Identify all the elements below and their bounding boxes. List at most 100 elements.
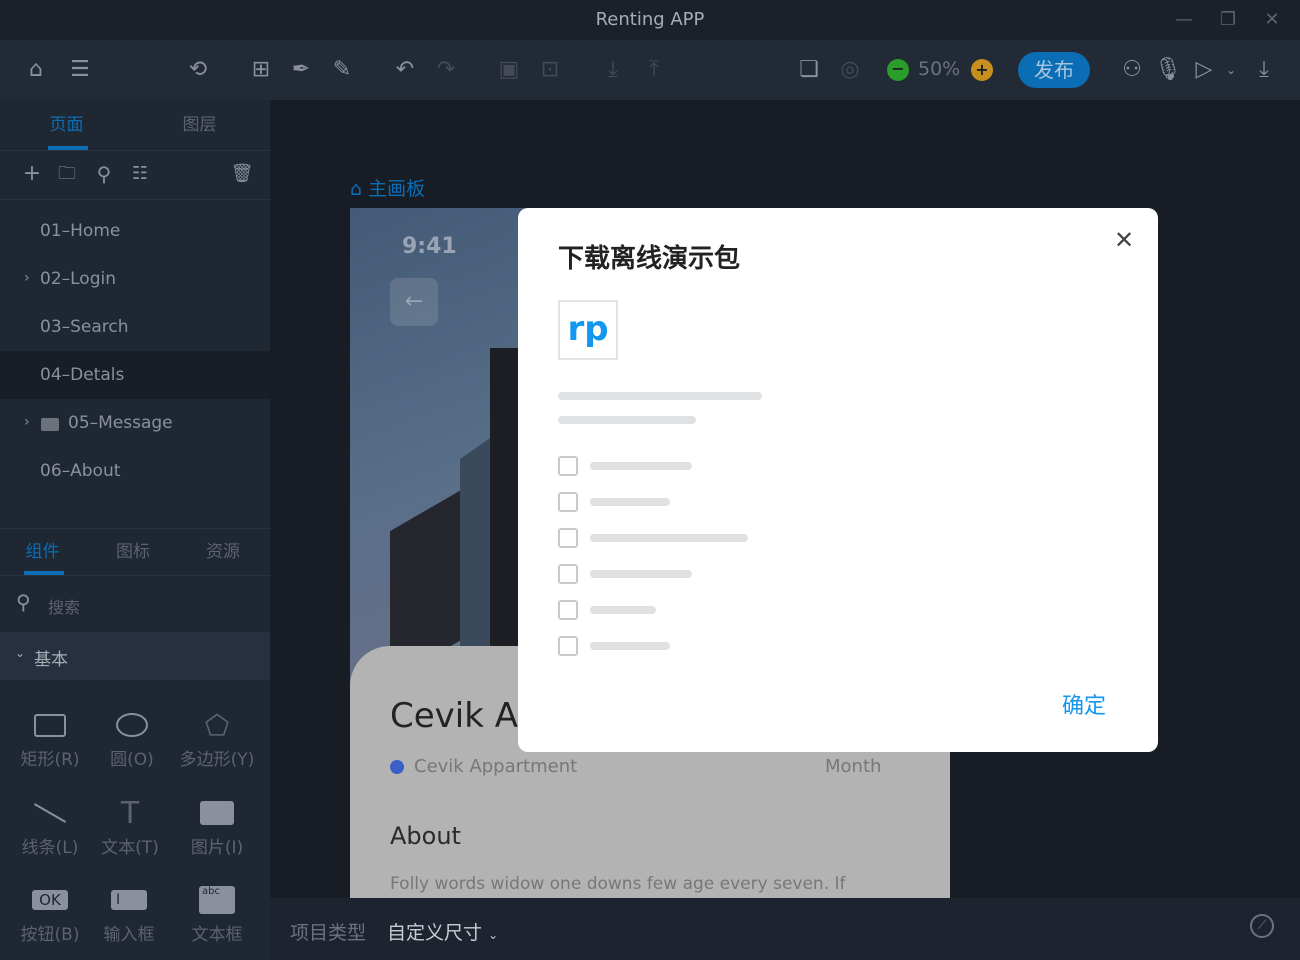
- title-bar: Renting APP: [0, 0, 1300, 40]
- component-label: 线条(L): [21, 838, 79, 858]
- zoom-level: 50%: [918, 58, 961, 80]
- option-checkbox[interactable]: [558, 456, 578, 476]
- component-image[interactable]: 图片(I): [172, 793, 262, 858]
- window-title: Renting APP: [595, 9, 705, 30]
- component-input[interactable]: I 输入框: [84, 880, 174, 945]
- component-search-input[interactable]: 搜索: [48, 594, 80, 618]
- textarea-icon: abc: [199, 886, 235, 914]
- move-down-icon[interactable]: ⤓: [598, 55, 628, 85]
- recycle-bin-icon[interactable]: 🗑: [227, 159, 257, 189]
- option-checkbox[interactable]: [558, 564, 578, 584]
- home-icon: ⌂: [350, 178, 363, 200]
- numbered-list-icon[interactable]: ☷: [125, 159, 155, 189]
- location-text: Cevik Appartment: [414, 756, 578, 777]
- download-icon[interactable]: ⤓: [1249, 55, 1279, 85]
- microphone-icon[interactable]: 🎙: [1153, 55, 1183, 85]
- zoom-out-icon[interactable]: −: [887, 59, 909, 81]
- download-offline-dialog: 下载离线演示包 ✕ rp 确定: [518, 208, 1158, 752]
- component-label: 文本框: [191, 925, 243, 945]
- text-icon: T: [120, 795, 140, 831]
- option-checkbox[interactable]: [558, 636, 578, 656]
- line-icon: [33, 803, 67, 823]
- component-rectangle[interactable]: 矩形(R): [5, 705, 95, 770]
- ungroup-icon[interactable]: ⊡: [535, 55, 565, 85]
- menu-icon[interactable]: ☰: [65, 55, 95, 85]
- play-icon[interactable]: ▷: [1189, 55, 1219, 85]
- tab-layers[interactable]: 图层: [133, 100, 266, 150]
- tab-resources[interactable]: 资源: [178, 527, 268, 577]
- tab-components[interactable]: 组件: [0, 527, 85, 577]
- board-title-label: 主画板: [368, 178, 426, 200]
- users-icon[interactable]: ⚇: [1117, 55, 1147, 85]
- connector-icon[interactable]: ⟲: [183, 55, 213, 85]
- group-label: 基本: [34, 650, 68, 670]
- component-text[interactable]: T 文本(T): [85, 793, 175, 859]
- status-time: 9:41: [402, 234, 457, 259]
- zoom-in-icon[interactable]: +: [971, 59, 993, 81]
- component-button[interactable]: OK 按钮(B): [5, 880, 95, 945]
- component-circle[interactable]: 圆(O): [87, 705, 177, 770]
- component-label: 圆(O): [110, 750, 154, 770]
- group-icon[interactable]: ▣: [494, 55, 524, 85]
- confirm-button[interactable]: 确定: [1062, 688, 1106, 720]
- project-type-label: 项目类型: [290, 922, 367, 944]
- option-checkbox[interactable]: [558, 528, 578, 548]
- rectangle-icon: [34, 713, 66, 737]
- location-pin-icon: [390, 760, 404, 774]
- close-window-button[interactable]: ✕: [1260, 8, 1284, 32]
- back-arrow-icon[interactable]: ←: [390, 278, 438, 326]
- chevron-down-icon: ⌄: [488, 928, 499, 942]
- minimize-button[interactable]: —: [1172, 8, 1196, 32]
- component-textarea[interactable]: abc 文本框: [172, 880, 262, 945]
- move-up-icon[interactable]: ⤒: [639, 55, 669, 85]
- sidebar: 页面 图层 + 🗀 ⚲ ☷ 🗑 01–Home › 02–Login 03–Se…: [0, 100, 270, 960]
- close-icon[interactable]: ✕: [1114, 226, 1134, 254]
- chevron-down-icon[interactable]: ⌄: [1216, 55, 1246, 85]
- status-bar: 项目类型 自定义尺寸 ⌄ ⟋: [270, 898, 1300, 960]
- image-icon: [200, 801, 234, 825]
- page-item[interactable]: 02–Login: [0, 255, 270, 303]
- board-title[interactable]: ⌂ 主画板: [350, 174, 425, 201]
- page-item-selected[interactable]: 04–Detals: [0, 351, 270, 399]
- page-item[interactable]: 06–About: [0, 447, 270, 495]
- tab-icons[interactable]: 图标: [88, 527, 178, 577]
- search-icon: ⚲: [16, 590, 31, 614]
- button-icon: OK: [32, 890, 68, 910]
- ellipse-icon: [116, 713, 148, 737]
- option-checkbox[interactable]: [558, 600, 578, 620]
- page-item[interactable]: 01–Home: [0, 207, 270, 255]
- chevron-down-icon: ⌄: [15, 646, 26, 660]
- component-label: 矩形(R): [20, 750, 80, 770]
- option-checkbox[interactable]: [558, 492, 578, 512]
- rp-logo: rp: [558, 300, 618, 360]
- redo-icon[interactable]: ↷: [431, 55, 461, 85]
- undo-icon[interactable]: ↶: [390, 55, 420, 85]
- dialog-title: 下载离线演示包: [558, 244, 741, 274]
- compass-icon[interactable]: ⟋: [1250, 914, 1274, 938]
- component-polygon[interactable]: ⬠ 多边形(Y): [172, 705, 262, 771]
- pentagon-icon: ⬠: [204, 708, 230, 742]
- publish-button[interactable]: 发布: [1018, 52, 1090, 88]
- search-icon[interactable]: ⚲: [89, 159, 119, 189]
- project-type-select[interactable]: 自定义尺寸 ⌄: [387, 918, 498, 945]
- add-artboard-icon[interactable]: ⊞: [246, 55, 276, 85]
- component-line[interactable]: 线条(L): [5, 793, 95, 858]
- add-folder-icon[interactable]: 🗀: [52, 159, 82, 189]
- project-type-value: 自定义尺寸: [387, 922, 483, 944]
- tab-pages[interactable]: 页面: [0, 100, 133, 150]
- input-icon: I: [111, 890, 147, 910]
- component-label: 多边形(Y): [179, 750, 255, 770]
- pen-icon[interactable]: ✒: [286, 55, 316, 85]
- period-text: Month: [825, 756, 882, 777]
- screen-icon[interactable]: ❏: [794, 55, 824, 85]
- pencil-icon[interactable]: ✎: [327, 55, 357, 85]
- add-page-icon[interactable]: +: [17, 159, 47, 189]
- about-heading: About: [390, 822, 461, 850]
- page-folder[interactable]: 05–Message: [0, 399, 270, 447]
- home-icon[interactable]: ⌂: [21, 55, 51, 85]
- component-label: 文本(T): [101, 838, 159, 858]
- component-label: 按钮(B): [20, 925, 80, 945]
- target-icon[interactable]: ◎: [835, 55, 865, 85]
- page-item[interactable]: 03–Search: [0, 303, 270, 351]
- restore-button[interactable]: ❐: [1216, 8, 1240, 32]
